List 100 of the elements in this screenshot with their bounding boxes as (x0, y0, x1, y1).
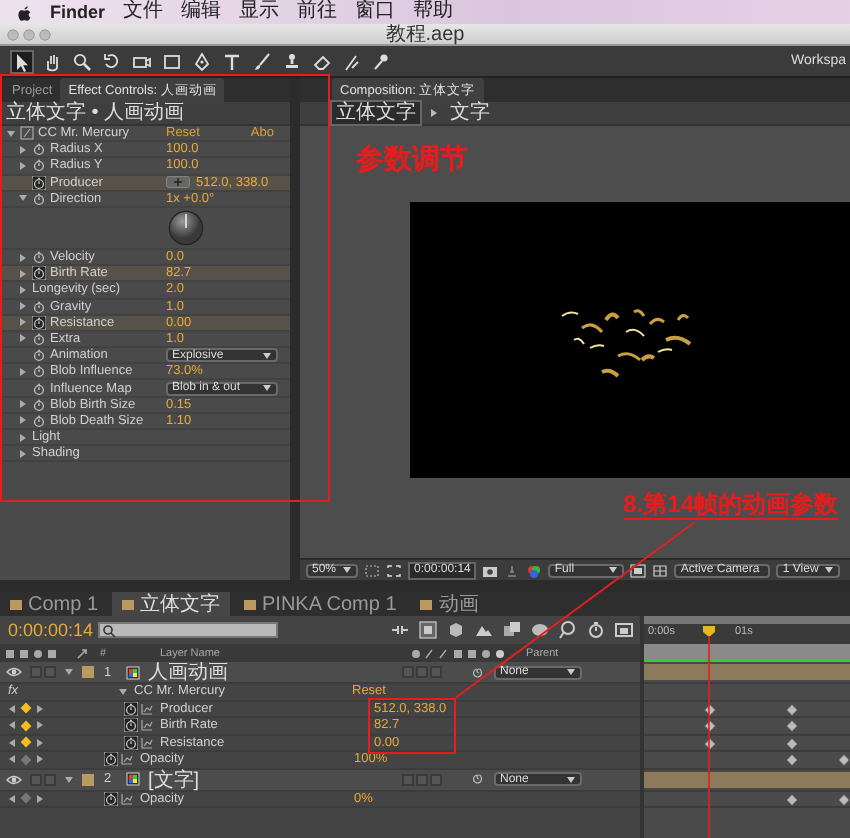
layer-switch[interactable] (44, 773, 56, 785)
disclosure-triangle-icon[interactable] (20, 269, 26, 278)
keyframe-toggle-icon[interactable] (20, 792, 32, 805)
layer-name[interactable]: [文字] (148, 765, 388, 793)
roto-brush-icon[interactable] (342, 51, 362, 71)
stopwatch-icon[interactable] (32, 397, 46, 412)
layer-switch[interactable] (416, 773, 428, 785)
graph-icon[interactable] (120, 791, 134, 806)
layer-switch[interactable] (30, 773, 42, 785)
layer-switch[interactable] (402, 773, 414, 785)
stopwatch-icon[interactable] (32, 381, 46, 396)
menu-item[interactable]: 前往 (297, 0, 338, 24)
pen-icon[interactable] (192, 51, 212, 71)
menu-item[interactable]: 显示 (239, 0, 280, 24)
rotate-icon[interactable] (102, 51, 122, 71)
layer-switch[interactable] (430, 773, 442, 785)
color-channels-icon[interactable] (526, 563, 543, 577)
graph-icon[interactable] (140, 718, 154, 733)
timeline-tab[interactable]: 立体文字 (112, 592, 231, 616)
stopwatch-icon[interactable] (32, 266, 46, 281)
pin-icon[interactable] (372, 51, 392, 71)
stopwatch-icon[interactable] (32, 331, 46, 346)
disclosure-triangle-icon[interactable] (20, 318, 26, 327)
apple-icon[interactable] (16, 3, 32, 21)
label-color-swatch[interactable] (82, 773, 94, 785)
stopwatch-icon[interactable] (32, 191, 46, 206)
disclosure-triangle-icon[interactable] (20, 285, 26, 294)
eraser-icon[interactable] (312, 51, 332, 71)
search-field[interactable] (98, 622, 278, 638)
keyframe-icon[interactable] (786, 737, 799, 749)
label-color-swatch[interactable] (82, 666, 94, 678)
eye-icon[interactable] (6, 773, 22, 785)
hand-icon[interactable] (42, 51, 62, 71)
stopwatch-icon[interactable] (32, 364, 46, 379)
text-tool-icon[interactable] (222, 51, 242, 71)
stamp-icon[interactable] (282, 51, 302, 71)
brush-icon[interactable] (252, 51, 272, 71)
disclosure-triangle-icon[interactable] (20, 302, 26, 311)
keyframe-icon[interactable] (786, 793, 799, 805)
stopwatch-icon[interactable] (32, 413, 46, 428)
disclosure-triangle-icon[interactable] (119, 688, 127, 695)
keyframe-icon[interactable] (703, 720, 716, 732)
current-time[interactable]: 0:00:00:14 (8, 620, 88, 640)
disclosure-triangle-icon[interactable] (65, 776, 73, 782)
stopwatch-icon[interactable] (32, 348, 46, 363)
keyframe-toggle-icon[interactable] (20, 753, 32, 766)
stopwatch-icon[interactable] (104, 752, 118, 767)
disclosure-triangle-icon[interactable] (65, 669, 73, 675)
keyframe-icon[interactable] (837, 793, 850, 805)
graph-icon[interactable] (120, 752, 134, 767)
layer-switch[interactable] (44, 666, 56, 678)
breadcrumb-item[interactable]: 文字 (446, 102, 494, 124)
breadcrumb-item[interactable]: 立体文字 (330, 100, 422, 126)
spiral-icon[interactable] (472, 665, 486, 679)
keyframe-toggle-icon[interactable] (20, 736, 32, 749)
disclosure-triangle-icon[interactable] (20, 367, 26, 376)
timeline-tab[interactable]: Comp 1 (0, 592, 109, 616)
camera-icon[interactable] (132, 51, 152, 71)
app-menu[interactable]: Finder (50, 2, 106, 22)
layer-switch[interactable] (402, 666, 414, 678)
keyframe-icon[interactable] (786, 703, 799, 715)
keyframe-toggle-icon[interactable] (20, 719, 32, 732)
region-of-interest-icon[interactable] (386, 563, 403, 577)
disclosure-triangle-icon[interactable] (20, 433, 26, 442)
stopwatch-icon[interactable] (32, 142, 46, 157)
stopwatch-icon[interactable] (32, 299, 46, 314)
eye-icon[interactable] (6, 666, 22, 678)
disclosure-triangle-icon[interactable] (20, 416, 26, 425)
graph-icon[interactable] (140, 701, 154, 716)
transparency-grid-icon[interactable] (652, 563, 669, 577)
stopwatch-icon[interactable] (586, 620, 606, 640)
disclosure-triangle-icon[interactable] (20, 161, 26, 170)
menu-item[interactable]: 编辑 (181, 0, 222, 24)
film-icon[interactable] (614, 620, 634, 640)
safe-margins-icon[interactable] (364, 563, 381, 577)
stopwatch-icon[interactable] (32, 158, 46, 173)
layer-switch[interactable] (416, 666, 428, 678)
disclosure-triangle-icon[interactable] (20, 145, 26, 154)
keyframe-icon[interactable] (703, 703, 716, 715)
comp-flowchart-icon[interactable] (418, 620, 438, 640)
timeline-tab[interactable]: PINKA Comp 1 (234, 592, 407, 616)
disclosure-triangle-icon[interactable] (20, 449, 26, 458)
keyframe-icon[interactable] (786, 754, 799, 766)
next-keyframe-icon[interactable] (36, 793, 44, 804)
disclosure-triangle-icon[interactable] (20, 400, 26, 409)
graph-switch-icon[interactable] (390, 620, 410, 640)
keyframe-icon[interactable] (837, 754, 850, 766)
layer-switch[interactable] (30, 666, 42, 678)
layer-name[interactable]: 人画动画 (148, 658, 388, 686)
blob-icon[interactable] (530, 620, 550, 640)
graph-icon[interactable] (140, 735, 154, 750)
spiral-icon[interactable] (472, 772, 486, 786)
keyframe-icon[interactable] (786, 720, 799, 732)
previous-keyframe-icon[interactable] (8, 793, 16, 804)
keyframe-toggle-icon[interactable] (20, 702, 32, 715)
snapshot-icon[interactable] (482, 563, 499, 577)
fast-previews-icon[interactable] (630, 563, 647, 577)
keyframe-icon[interactable] (703, 737, 716, 749)
selection-arrow-icon[interactable] (12, 51, 32, 71)
zoom-icon[interactable] (72, 51, 92, 71)
